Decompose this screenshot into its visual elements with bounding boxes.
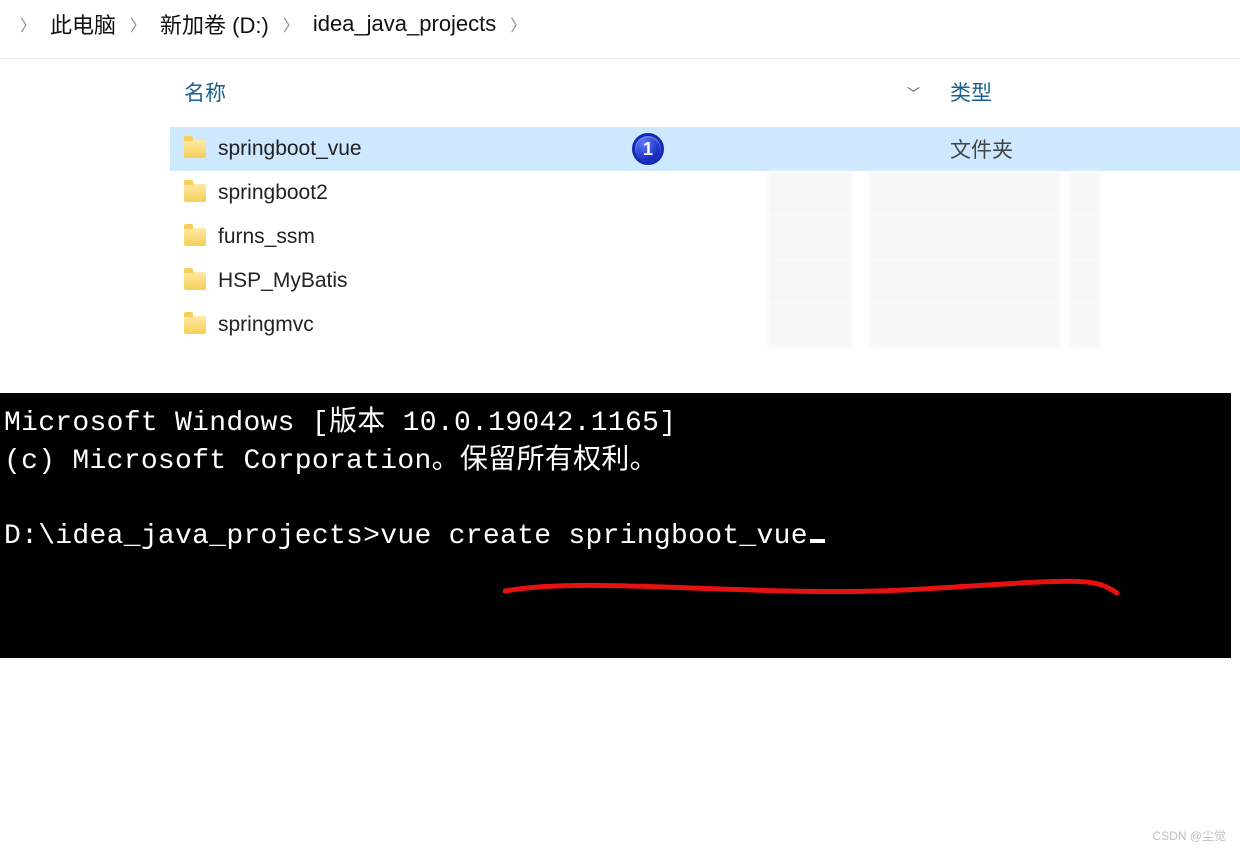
breadcrumb-item-pc[interactable]: 此电脑 — [50, 8, 116, 40]
watermark: CSDN @尘觉 — [1152, 827, 1226, 844]
redacted-area — [1070, 171, 1100, 215]
redacted-area — [768, 303, 852, 347]
redacted-area — [1070, 259, 1100, 303]
terminal-command: vue create springboot_vue — [380, 521, 808, 552]
file-type: 文件夹 — [940, 134, 1120, 164]
breadcrumb[interactable]: 〉 此电脑 〉 新加卷 (D:) 〉 idea_java_projects 〉 — [0, 0, 1240, 58]
file-name: springboot_vue — [218, 137, 362, 161]
redacted-area — [768, 171, 852, 215]
redacted-area — [1070, 303, 1100, 347]
breadcrumb-item-folder[interactable]: idea_java_projects — [313, 11, 496, 37]
file-row-springboot-vue[interactable]: springboot_vue 文件夹 1 — [170, 127, 1240, 171]
annotation-underline — [503, 571, 1123, 611]
column-type-header[interactable]: 类型 — [940, 77, 1060, 107]
terminal-prompt: D:\idea_java_projects> — [4, 521, 380, 552]
folder-icon — [184, 184, 206, 202]
terminal-window[interactable]: Microsoft Windows [版本 10.0.19042.1165] (… — [0, 393, 1231, 658]
file-row-springmvc[interactable]: springmvc 文件夹 — [170, 303, 1240, 347]
terminal-line: (c) Microsoft Corporation。保留所有权利。 — [4, 446, 658, 477]
annotation-badge-1: 1 — [632, 133, 664, 165]
folder-icon — [184, 272, 206, 290]
redacted-area — [1070, 215, 1100, 259]
terminal-cursor-icon — [810, 539, 825, 543]
terminal-line: Microsoft Windows [版本 10.0.19042.1165] — [4, 408, 676, 439]
redacted-area — [870, 259, 1060, 303]
chevron-right-icon: 〉 — [130, 12, 146, 36]
file-name: furns_ssm — [218, 225, 315, 249]
folder-icon — [184, 228, 206, 246]
folder-icon — [184, 140, 206, 158]
file-name: HSP_MyBatis — [218, 269, 348, 293]
chevron-right-icon: 〉 — [283, 12, 299, 36]
file-name: springboot2 — [218, 181, 328, 205]
file-row-springboot2[interactable]: springboot2 文件夹 — [170, 171, 1240, 215]
column-name-header[interactable]: 名称 — [170, 77, 360, 107]
redacted-area — [768, 215, 852, 259]
redacted-area — [768, 259, 852, 303]
column-date-header[interactable]: ﹀ — [360, 83, 940, 102]
column-headers: 名称 ﹀ 类型 — [170, 63, 1240, 127]
redacted-area — [870, 171, 1060, 215]
chevron-right-icon: 〉 — [20, 12, 36, 36]
chevron-down-icon: ﹀ — [907, 83, 920, 102]
redacted-area — [870, 303, 1060, 347]
file-row-furns-ssm[interactable]: furns_ssm 文件夹 — [170, 215, 1240, 259]
file-name: springmvc — [218, 313, 314, 337]
folder-icon — [184, 316, 206, 334]
file-row-hsp-mybatis[interactable]: HSP_MyBatis 文件夹 — [170, 259, 1240, 303]
file-explorer-window: 〉 此电脑 〉 新加卷 (D:) 〉 idea_java_projects 〉 … — [0, 0, 1240, 347]
chevron-right-icon: 〉 — [510, 12, 526, 36]
redacted-area — [870, 215, 1060, 259]
file-list: 名称 ﹀ 类型 springboot_vue 文件夹 1 springboot2… — [0, 63, 1240, 347]
breadcrumb-item-drive[interactable]: 新加卷 (D:) — [160, 8, 269, 40]
